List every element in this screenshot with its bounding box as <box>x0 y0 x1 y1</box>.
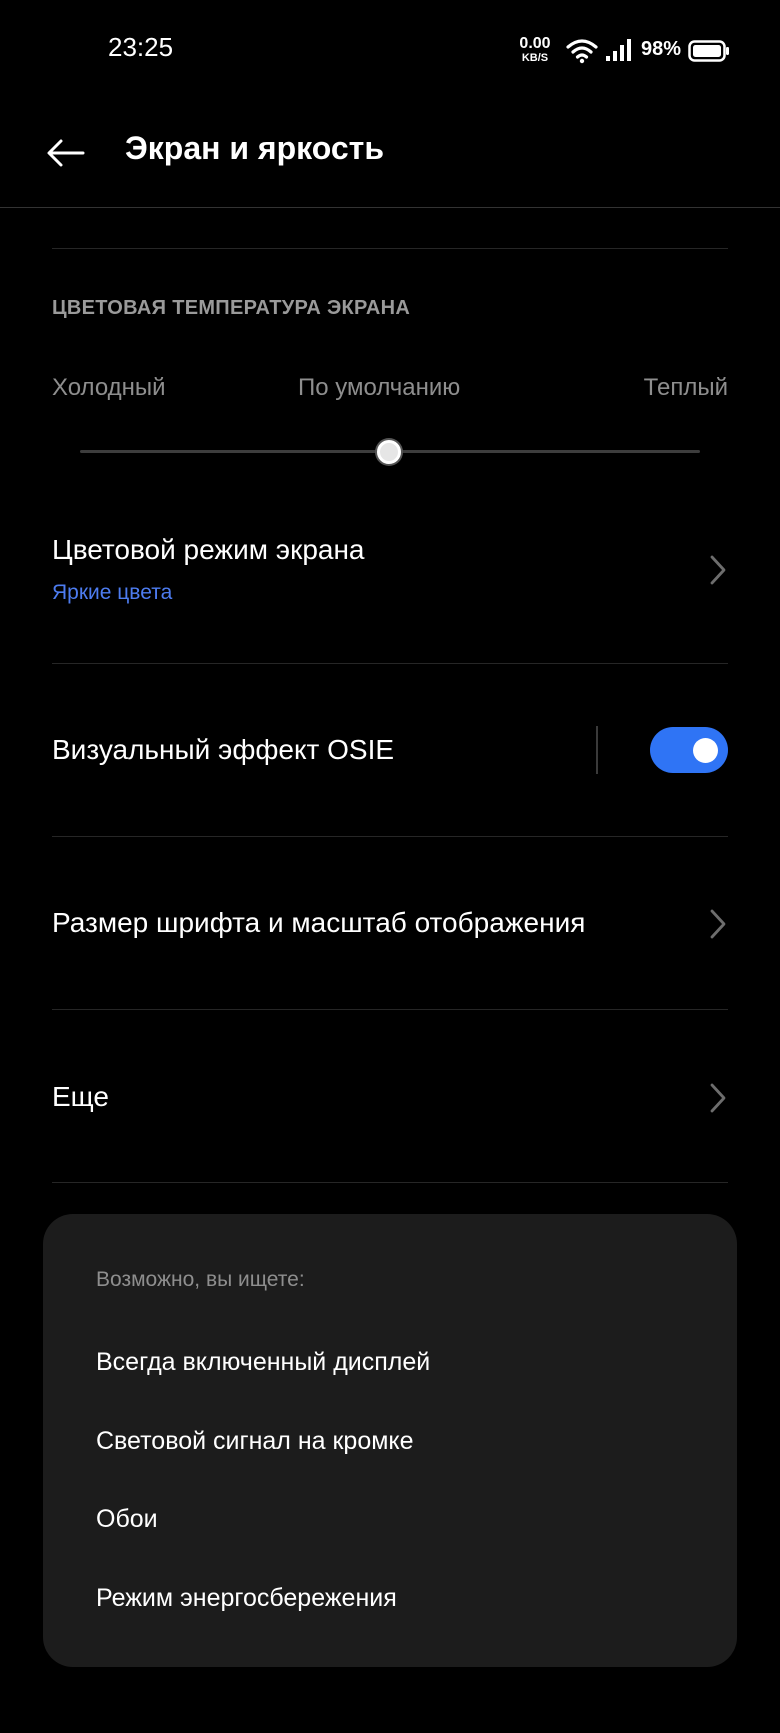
suggestions-title: Возможно, вы ищете: <box>96 1268 305 1291</box>
row-color-mode[interactable]: Цветовой режим экрана <box>52 534 365 566</box>
osie-toggle[interactable] <box>650 727 728 773</box>
divider <box>52 248 728 249</box>
page-title: Экран и яркость <box>125 130 384 166</box>
battery-percent: 98% <box>641 38 682 60</box>
suggestion-power-saving[interactable]: Режим энергосбережения <box>96 1584 397 1613</box>
suggestion-wallpapers[interactable]: Обои <box>96 1505 158 1534</box>
toggle-knob <box>693 738 718 763</box>
header-divider <box>0 207 780 208</box>
divider <box>52 836 728 837</box>
row-font-size[interactable]: Размер шрифта и масштаб отображения <box>52 907 585 939</box>
divider <box>52 1182 728 1183</box>
chevron-right-icon <box>710 1083 726 1113</box>
back-arrow-icon[interactable] <box>46 138 86 168</box>
row-osie-effect: Визуальный эффект OSIE <box>52 734 395 765</box>
wifi-icon <box>566 39 598 64</box>
status-time: 23:25 <box>108 32 174 62</box>
divider <box>52 663 728 664</box>
toggle-separator <box>596 726 598 774</box>
suggestion-edge-light[interactable]: Световой сигнал на кромке <box>96 1427 414 1456</box>
color-mode-value: Яркие цвета <box>52 581 173 604</box>
chevron-right-icon <box>710 555 726 585</box>
network-speed-unit: KB/S <box>521 52 549 64</box>
suggestion-always-on-display[interactable]: Всегда включенный дисплей <box>96 1348 430 1377</box>
section-header-color-temperature: ЦВЕТОВАЯ ТЕМПЕРАТУРА ЭКРАНА <box>52 297 411 319</box>
chevron-right-icon <box>710 909 726 939</box>
row-more[interactable]: Еще <box>52 1081 109 1113</box>
network-speed-value: 0.00 <box>519 35 551 52</box>
divider <box>52 1009 728 1010</box>
battery-icon <box>688 40 729 62</box>
temp-label-cold: Холодный <box>52 374 166 401</box>
temp-label-warm: Теплый <box>643 374 728 401</box>
color-temperature-slider-thumb[interactable] <box>377 440 401 464</box>
network-speed: 0.00 KB/S <box>514 36 556 64</box>
signal-icon <box>606 39 631 61</box>
temp-label-default: По умолчанию <box>298 374 461 401</box>
